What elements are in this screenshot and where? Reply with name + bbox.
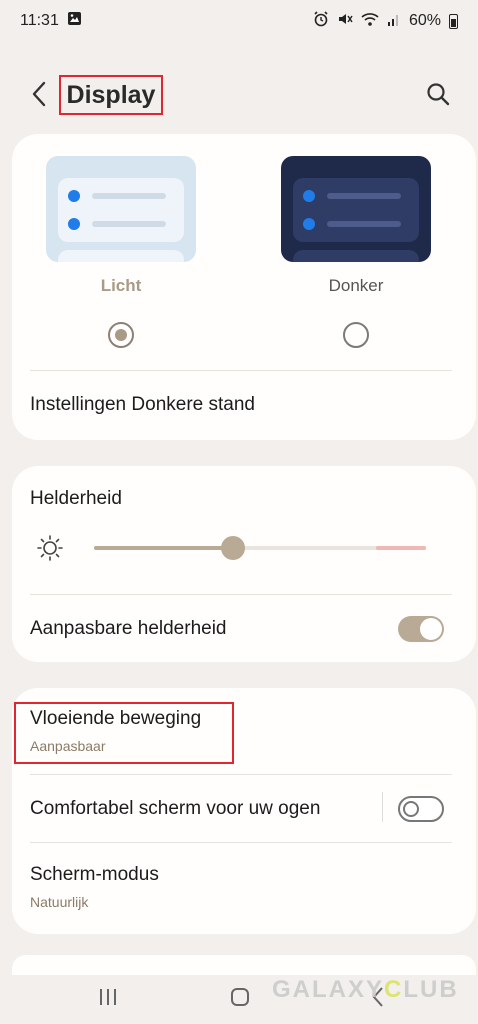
back-button[interactable] xyxy=(24,76,54,112)
divider xyxy=(30,594,452,595)
light-mode-preview[interactable] xyxy=(46,156,196,262)
chevron-left-icon xyxy=(32,81,46,107)
display-settings-screen: 11:31 60% Display Licht Donker Instellin… xyxy=(0,0,478,1024)
highlight-box xyxy=(14,702,234,764)
status-time: 11:31 xyxy=(20,12,59,29)
status-left: 11:31 xyxy=(20,11,82,31)
preview-line xyxy=(327,221,401,227)
screen-mode-value: Natuurlijk xyxy=(30,894,89,910)
preview-line xyxy=(92,193,166,199)
mute-icon xyxy=(337,11,353,32)
search-button[interactable] xyxy=(420,76,456,112)
home-button[interactable] xyxy=(222,982,258,1012)
sun-icon xyxy=(37,535,63,561)
light-mode-label: Licht xyxy=(100,276,142,295)
light-mode-radio[interactable] xyxy=(108,322,134,348)
home-icon xyxy=(231,988,249,1006)
screen-mode-item[interactable]: Scherm-modus Natuurlijk xyxy=(12,844,476,930)
slider-fill xyxy=(94,546,234,550)
divider xyxy=(30,774,452,775)
recents-button[interactable] xyxy=(90,982,126,1012)
slider-high-zone xyxy=(376,546,426,550)
alarm-icon xyxy=(313,10,329,32)
eye-comfort-item[interactable]: Comfortabel scherm voor uw ogen xyxy=(12,776,476,842)
image-icon xyxy=(67,11,82,31)
vertical-separator xyxy=(382,792,383,822)
preview-panel xyxy=(58,178,184,242)
page-title: Display xyxy=(59,75,163,115)
recents-icon xyxy=(100,989,116,1005)
adaptive-brightness-label: Aanpasbare helderheid xyxy=(30,618,227,639)
adaptive-brightness-item[interactable]: Aanpasbare helderheid xyxy=(12,596,476,662)
slider-thumb[interactable] xyxy=(221,536,246,560)
dark-mode-label: Donker xyxy=(328,276,384,295)
watermark-logo: C xyxy=(384,976,404,1003)
wifi-icon xyxy=(361,11,379,32)
brightness-card: Helderheid Aanpasbare helderheid xyxy=(12,466,476,662)
divider xyxy=(30,370,452,371)
display-options-card: Vloeiende beweging Aanpasbaar Comfortabe… xyxy=(12,688,476,934)
preview-panel xyxy=(58,250,184,262)
search-icon xyxy=(427,83,450,106)
preview-dot xyxy=(68,190,80,202)
adaptive-brightness-toggle[interactable] xyxy=(398,616,444,642)
brightness-title: Helderheid xyxy=(30,488,122,509)
theme-card: Licht Donker Instellingen Donkere stand xyxy=(12,134,476,440)
dark-mode-preview[interactable] xyxy=(281,156,431,262)
battery-icon xyxy=(449,13,458,29)
preview-line xyxy=(327,193,401,199)
divider xyxy=(30,842,452,843)
brightness-slider[interactable] xyxy=(94,534,426,562)
app-header: Display xyxy=(0,70,478,120)
eye-comfort-label: Comfortabel scherm voor uw ogen xyxy=(30,798,321,819)
preview-dot xyxy=(303,190,315,202)
preview-line xyxy=(92,221,166,227)
dark-mode-settings-label: Instellingen Donkere stand xyxy=(30,394,255,415)
toggle-knob xyxy=(420,618,442,640)
watermark: GALAXYCLUB xyxy=(272,976,459,1004)
watermark-tail: LUB xyxy=(403,976,459,1003)
signal-icon xyxy=(387,11,401,32)
eye-comfort-toggle[interactable] xyxy=(398,796,444,822)
preview-dot xyxy=(68,218,80,230)
preview-panel xyxy=(293,178,419,242)
watermark-text: GALAXY xyxy=(272,976,385,1003)
dark-mode-radio[interactable] xyxy=(343,322,369,348)
screen-mode-title: Scherm-modus xyxy=(30,864,159,885)
dark-mode-settings-item[interactable]: Instellingen Donkere stand xyxy=(12,372,476,438)
battery-text: 60% xyxy=(408,12,441,29)
preview-dot xyxy=(303,218,315,230)
toggle-knob xyxy=(403,801,419,817)
preview-panel xyxy=(293,250,419,262)
status-bar: 11:31 60% xyxy=(0,0,478,42)
status-right: 60% xyxy=(313,10,458,32)
